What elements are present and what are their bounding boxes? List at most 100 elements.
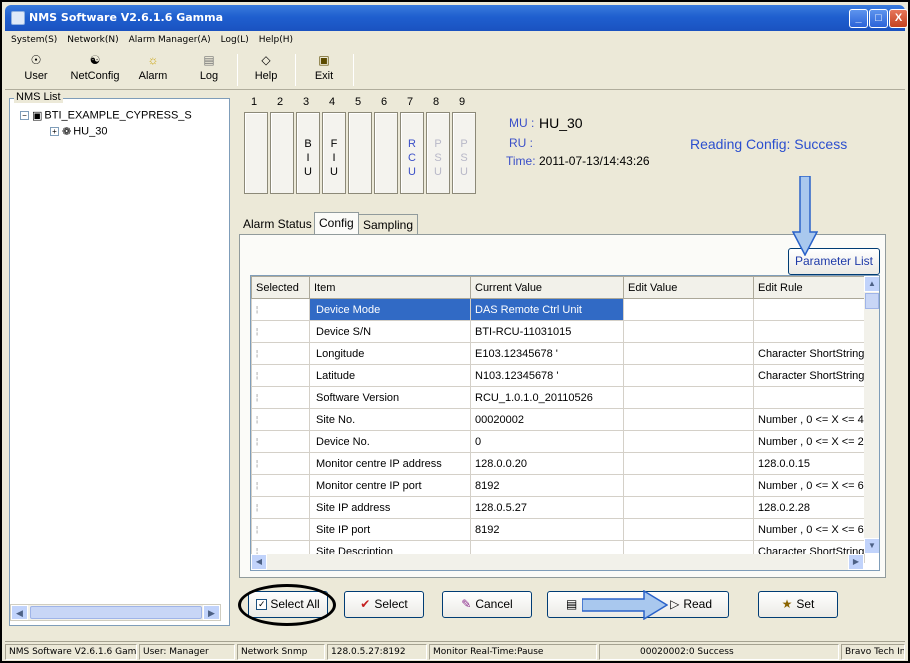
table-row[interactable]: ¦ Device S/N BTI-RCU-11031015 [251, 320, 866, 343]
row-current-value-cell[interactable]: E103.12345678 ' [470, 342, 624, 365]
scroll-left-icon[interactable]: ◀ [11, 605, 28, 620]
minimize-button[interactable]: _ [849, 9, 868, 28]
scroll-thumb[interactable] [30, 606, 202, 619]
table-row[interactable]: ¦ Site No. 00020002 Number , 0 <= X <= 4 [251, 408, 866, 431]
row-selected-cell[interactable]: ¦ [251, 298, 310, 321]
row-edit-rule-cell[interactable] [752, 386, 866, 409]
slot-1[interactable] [244, 112, 268, 194]
row-current-value-cell[interactable]: 128.0.0.20 [470, 452, 624, 475]
row-edit-value-cell[interactable] [623, 386, 754, 409]
row-current-value-cell[interactable]: N103.12345678 ' [470, 364, 624, 387]
table-row[interactable]: ¦ Longitude E103.12345678 ' Character Short… [251, 342, 866, 365]
collapse-icon[interactable]: − [20, 111, 29, 120]
table-row[interactable]: ¦ Device Mode DAS Remote Ctrl Unit [251, 298, 866, 321]
help-button[interactable]: ◇ Help [249, 52, 283, 88]
row-item-cell[interactable]: Device S/N [309, 320, 471, 343]
select-button[interactable]: ✔ Select [344, 591, 424, 618]
expand-icon[interactable]: + [50, 127, 59, 136]
menu-alarm-manager[interactable]: Alarm Manager(A) [129, 35, 211, 45]
row-edit-value-cell[interactable] [623, 496, 754, 519]
tab-sampling[interactable]: Sampling [358, 214, 419, 235]
row-edit-rule-cell[interactable] [752, 298, 866, 321]
row-edit-value-cell[interactable] [623, 364, 754, 387]
tab-config[interactable]: Config [314, 212, 359, 235]
table-row[interactable]: ¦ Latitude N103.12345678 ' Character ShortS… [251, 364, 866, 387]
row-edit-rule-cell[interactable]: 128.0.2.28 [752, 496, 866, 519]
tree-node-root[interactable]: − ▣ BTI_EXAMPLE_CYPRESS_S [20, 109, 192, 122]
row-item-cell[interactable]: Site IP port [309, 518, 471, 541]
column-header-selected[interactable]: Selected [251, 276, 310, 299]
row-selected-cell[interactable]: ¦ [251, 430, 310, 453]
slot-5[interactable] [348, 112, 372, 194]
row-edit-value-cell[interactable] [623, 342, 754, 365]
table-row[interactable]: ¦ Monitor centre IP port 8192 Number , 0 <=… [251, 474, 866, 497]
scroll-up-icon[interactable]: ▲ [864, 276, 879, 292]
row-current-value-cell[interactable]: 00020002 [470, 408, 624, 431]
alarm-button[interactable]: ☼ Alarm [133, 52, 173, 88]
netconfig-button[interactable]: ☯ NetConfig [65, 52, 125, 88]
row-selected-cell[interactable]: ¦ [251, 474, 310, 497]
row-edit-rule-cell[interactable]: Character ShortString [752, 342, 866, 365]
scroll-left-icon[interactable]: ◀ [251, 554, 267, 570]
menu-log[interactable]: Log(L) [221, 35, 249, 45]
row-edit-rule-cell[interactable]: Number , 0 <= X <= 6 [752, 474, 866, 497]
row-current-value-cell[interactable]: BTI-RCU-11031015 [470, 320, 624, 343]
table-row[interactable]: ¦ Site IP address 128.0.5.27 128.0.2.28 [251, 496, 866, 519]
exit-button[interactable]: ▣ Exit [307, 52, 341, 88]
column-header-edit-rule[interactable]: Edit Rule [752, 276, 866, 299]
row-item-cell[interactable]: Longitude [309, 342, 471, 365]
row-item-cell[interactable]: Software Version [309, 386, 471, 409]
column-header-item[interactable]: Item [309, 276, 471, 299]
row-selected-cell[interactable]: ¦ [251, 452, 310, 475]
cancel-button[interactable]: ✎ Cancel [442, 591, 532, 618]
row-item-cell[interactable]: Device No. [309, 430, 471, 453]
row-current-value-cell[interactable]: 0 [470, 430, 624, 453]
log-button[interactable]: ▤ Log [193, 52, 225, 88]
scroll-thumb[interactable] [865, 293, 879, 309]
row-edit-value-cell[interactable] [623, 430, 754, 453]
row-selected-cell[interactable]: ¦ [251, 386, 310, 409]
slot-8-psu[interactable]: P S U [426, 112, 450, 194]
table-row[interactable]: ¦ Device No. 0 Number , 0 <= X <= 2 [251, 430, 866, 453]
row-edit-rule-cell[interactable]: Character ShortString [752, 364, 866, 387]
row-edit-rule-cell[interactable]: 128.0.0.15 [752, 452, 866, 475]
row-item-cell[interactable]: Site IP address [309, 496, 471, 519]
scroll-down-icon[interactable]: ▼ [864, 538, 879, 554]
row-current-value-cell[interactable]: DAS Remote Ctrl Unit [470, 298, 624, 321]
scroll-right-icon[interactable]: ▶ [203, 605, 220, 620]
row-edit-value-cell[interactable] [623, 298, 754, 321]
row-edit-value-cell[interactable] [623, 474, 754, 497]
user-button[interactable]: ☉ User [19, 52, 53, 88]
close-button[interactable]: X [889, 9, 908, 28]
table-row[interactable]: ¦ Monitor centre IP address 128.0.0.20 128.… [251, 452, 866, 475]
slot-9-psu[interactable]: P S U [452, 112, 476, 194]
column-header-current-value[interactable]: Current Value [470, 276, 624, 299]
row-edit-rule-cell[interactable]: Number , 0 <= X <= 2 [752, 430, 866, 453]
table-horizontal-scrollbar[interactable]: ◀ ▶ [251, 554, 864, 570]
slot-7-rcu[interactable]: R C U [400, 112, 424, 194]
row-selected-cell[interactable]: ¦ [251, 364, 310, 387]
row-edit-value-cell[interactable] [623, 320, 754, 343]
table-row[interactable]: ¦ Software Version RCU_1.0.1.0_20110526 [251, 386, 866, 409]
row-selected-cell[interactable]: ¦ [251, 408, 310, 431]
row-current-value-cell[interactable]: 8192 [470, 518, 624, 541]
row-item-cell[interactable]: Monitor centre IP address [309, 452, 471, 475]
maximize-button[interactable]: □ [869, 9, 888, 28]
row-selected-cell[interactable]: ¦ [251, 518, 310, 541]
tree-node-hu30[interactable]: + ❁ HU_30 [50, 125, 107, 138]
row-current-value-cell[interactable]: 128.0.5.27 [470, 496, 624, 519]
row-item-cell[interactable]: Latitude [309, 364, 471, 387]
row-selected-cell[interactable]: ¦ [251, 342, 310, 365]
tree-horizontal-scrollbar[interactable]: ◀ ▶ [10, 604, 221, 621]
slot-4-fiu[interactable]: F I U [322, 112, 346, 194]
set-button[interactable]: ★ Set [758, 591, 838, 618]
row-item-cell[interactable]: Monitor centre IP port [309, 474, 471, 497]
row-current-value-cell[interactable]: 8192 [470, 474, 624, 497]
row-selected-cell[interactable]: ¦ [251, 320, 310, 343]
row-item-cell[interactable]: Device Mode [309, 298, 471, 321]
slot-6[interactable] [374, 112, 398, 194]
tab-alarm-status[interactable]: Alarm Status [239, 214, 316, 235]
column-header-edit-value[interactable]: Edit Value [623, 276, 754, 299]
row-edit-value-cell[interactable] [623, 518, 754, 541]
row-edit-value-cell[interactable] [623, 452, 754, 475]
